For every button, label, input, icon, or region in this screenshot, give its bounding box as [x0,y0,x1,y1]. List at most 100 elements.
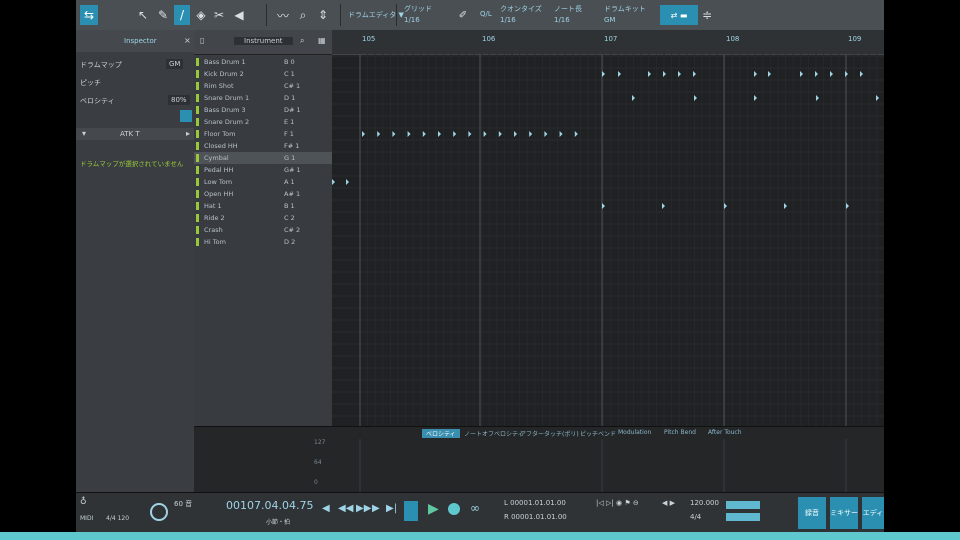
controller-tab[interactable]: After Touch [708,429,742,436]
controller-canvas[interactable] [332,439,884,493]
list-menu-icon[interactable]: ▯ [200,36,204,45]
drum-row[interactable]: Open HH A# 1 [194,188,332,200]
drum-row[interactable]: Crash C# 2 [194,224,332,236]
split-tool-icon[interactable]: ✂ [212,5,226,25]
snare-note [816,95,819,101]
marker-icons[interactable]: ◀ ▶ [662,499,675,507]
row-color-mark [196,226,199,234]
settings-icon[interactable]: ≑ [700,5,714,25]
list-settings-icon[interactable]: ▦ [318,36,326,45]
tom-note [559,131,563,137]
quantize-toggle[interactable]: Q/L [480,10,492,18]
fit-tool-icon[interactable]: ⇕ [316,5,330,25]
drumkit-select[interactable]: GM [604,16,615,24]
link-toggle-button[interactable]: ⇄ ▬ [660,5,698,25]
drum-pitch: B 0 [284,58,295,66]
drum-row[interactable]: Closed HH F# 1 [194,140,332,152]
tom-note [362,131,365,137]
mixer-button[interactable]: ミキサー [830,497,858,529]
tom-note [438,131,441,137]
drum-row[interactable]: Pedal HH G# 1 [194,164,332,176]
left-locator[interactable]: L 00001.01.01.00 [504,499,566,507]
length-select[interactable]: 1/16 [554,16,570,24]
drum-pitch: A 1 [284,178,295,186]
bar-ruler[interactable]: 105 106 107 108 109 [332,30,884,55]
drum-row[interactable]: Kick Drum 2 C 1 [194,68,332,80]
row-color-mark [196,94,199,102]
controller-tab[interactable]: ピッチベンド [580,429,616,438]
sync-icon[interactable] [150,503,168,521]
drumlist-header: ▯ Instrument ⌕ ▦ [194,30,332,55]
drum-row[interactable]: Snare Drum 2 E 1 [194,116,332,128]
inspector-tab[interactable]: ATK T [120,130,140,138]
row-color-mark [196,178,199,186]
snare-note [876,95,879,101]
inspector-panel: Inspector × ドラムマップ GM ピッチ ベロシティ 80% ▾ AT… [76,30,195,492]
controller-tab[interactable]: Modulation [618,429,651,436]
signature-display[interactable]: 4/4 [690,513,701,521]
snare-note [694,95,697,101]
drum-row[interactable]: Snare Drum 1 D 1 [194,92,332,104]
quantize-icon[interactable]: ✐ [456,5,470,25]
controller-tab[interactable]: ノートオフベロシティ [464,429,524,438]
inspector-message: ドラムマップが選択されていません [80,160,184,168]
quantize-select[interactable]: 1/16 [500,16,516,24]
pencil-tool-icon[interactable]: ✎ [156,5,170,25]
velocity-lock-icon[interactable] [180,110,192,122]
drum-row[interactable]: Hi Tom D 2 [194,236,332,248]
punch-in-icon[interactable]: |◁ ▷| [596,499,614,507]
record-icon[interactable] [448,503,460,515]
tab-right-icon[interactable]: ▸ [186,129,190,138]
metronome-icon[interactable]: ♁ [80,497,87,507]
drum-pitch: C 2 [284,214,295,222]
tempo-display[interactable]: 120.000 [690,499,719,507]
controller-tab[interactable]: Pitch Bend [664,429,696,436]
punch-controls[interactable]: ◉ ⚑ ⊖ [616,499,639,507]
search-icon[interactable]: ⌕ [300,36,304,46]
pointer-tool-icon[interactable]: ↖ [136,5,150,25]
controller-tab[interactable]: アフタータッチ(ポリ) [520,429,579,438]
draw-tool-icon[interactable]: / [174,5,190,25]
curve-tool-icon[interactable]: 〰 [274,5,292,25]
editor-button[interactable]: エディタ [862,497,884,529]
drum-row[interactable]: Low Tom A 1 [194,176,332,188]
drum-row[interactable]: Rim Shot C# 1 [194,80,332,92]
arrange-toggle-icon[interactable]: ⇆ [80,5,98,25]
grid-select[interactable]: 1/16 [404,16,420,24]
tab-left-icon[interactable]: ▾ [82,129,86,138]
drum-row[interactable]: Hat 1 B 1 [194,200,332,212]
controller-lane[interactable]: ベロシティ ノートオフベロシティ アフタータッチ(ポリ) ピッチベンド Modulati… [194,426,884,493]
loop-icon[interactable]: ∞ [470,501,480,515]
bar-number: 106 [482,35,496,43]
zoom-tool-icon[interactable]: ⌕ [296,5,310,25]
drum-row[interactable]: Ride 2 C 2 [194,212,332,224]
row-color-mark [196,190,199,198]
drum-note-grid[interactable]: 105 106 107 108 109 [332,30,884,426]
right-locator[interactable]: R 00001.01.01.00 [504,513,567,521]
controller-tab[interactable]: ベロシティ [422,429,460,438]
fast-rewind-icon[interactable]: ◀◀ [338,503,353,514]
close-icon[interactable]: × [184,36,191,45]
drum-pitch: D 2 [284,238,296,246]
instrument-column-header[interactable]: Instrument [234,37,293,45]
drum-row[interactable]: Cymbal G 1 [194,152,332,164]
goto-end-icon[interactable]: ▶| [386,503,397,514]
rewind-icon[interactable]: ◀ [322,503,330,514]
drum-name: Snare Drum 2 [204,118,250,126]
drum-row[interactable]: Floor Tom F 1 [194,128,332,140]
erase-tool-icon[interactable]: ◈ [194,5,208,25]
fast-forward-icon[interactable]: ▶▶ [356,503,371,514]
forward-icon[interactable]: ▶ [372,503,380,514]
drum-row[interactable]: Bass Drum 3 D# 1 [194,104,332,116]
note-grid-canvas[interactable] [332,54,884,426]
drummap-value[interactable]: GM [166,59,184,69]
record-mode-button[interactable]: 録音 [798,497,826,529]
play-icon[interactable]: ▶ [428,501,439,517]
position-display[interactable]: 00107.04.04.75 [226,499,313,512]
cycle-button[interactable] [404,501,418,521]
row-color-mark [196,166,199,174]
velocity-value[interactable]: 80% [168,95,190,105]
level-meter-2 [726,513,760,521]
speaker-tool-icon[interactable]: ◀ [232,5,246,25]
drum-row[interactable]: Bass Drum 1 B 0 [194,56,332,68]
